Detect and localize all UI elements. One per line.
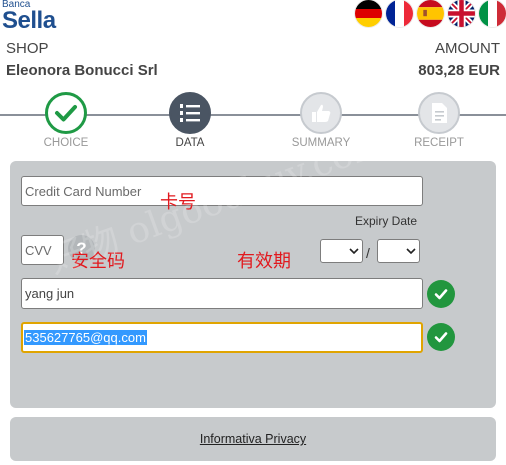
- step-label: DATA: [175, 137, 205, 149]
- step-circle: [169, 92, 211, 134]
- bank-logo: Banca Sella: [2, 0, 56, 34]
- amount-value: 803,28 EUR: [418, 62, 500, 79]
- document-icon: [432, 103, 447, 123]
- step-receipt: RECEIPT: [399, 92, 479, 149]
- annotation-expiry: 有效期: [237, 251, 291, 272]
- step-circle: [45, 92, 87, 134]
- expiry-separator: /: [366, 245, 370, 261]
- payment-form-panel: Credit Card Number Expiry Date CVV ? / y…: [10, 161, 496, 408]
- step-label: SUMMARY: [291, 137, 351, 149]
- card-number-input[interactable]: Credit Card Number: [21, 176, 423, 206]
- german-flag-icon[interactable]: [355, 0, 382, 27]
- check-icon: [55, 105, 77, 122]
- amount-label: AMOUNT: [435, 40, 500, 57]
- language-selector: [355, 0, 506, 27]
- spanish-flag-icon[interactable]: [417, 0, 444, 27]
- step-choice: CHOICE: [26, 92, 106, 149]
- cvv-input[interactable]: CVV: [21, 235, 64, 265]
- expiry-date-label: Expiry Date: [355, 214, 418, 228]
- cvv-placeholder: CVV: [25, 242, 52, 258]
- footer-panel: Informativa Privacy: [10, 417, 496, 461]
- thumbs-up-icon: [312, 104, 331, 122]
- numbered-list-icon: [180, 104, 200, 122]
- step-circle: [300, 92, 342, 134]
- email-input[interactable]: 535627765@qq.com: [21, 322, 423, 353]
- uk-flag-icon[interactable]: [448, 0, 475, 27]
- annotation-cvv: 安全码: [71, 251, 125, 272]
- step-label: RECEIPT: [414, 137, 464, 149]
- expiry-month-select[interactable]: [320, 239, 363, 263]
- card-number-placeholder: Credit Card Number: [25, 183, 142, 199]
- annotation-card-number: 卡号: [160, 192, 196, 213]
- step-label: CHOICE: [43, 137, 89, 149]
- chevron-down-icon: [406, 248, 416, 254]
- logo-brand-name: Sella: [2, 7, 56, 34]
- cardholder-name-value: yang jun: [25, 286, 75, 301]
- shop-label: SHOP: [6, 40, 49, 57]
- cardholder-name-input[interactable]: yang jun: [21, 278, 423, 309]
- privacy-link[interactable]: Informativa Privacy: [200, 432, 306, 446]
- email-value: 535627765@qq.com: [24, 330, 147, 345]
- step-data: DATA: [150, 92, 230, 149]
- step-summary: SUMMARY: [281, 92, 361, 149]
- chevron-down-icon: [349, 248, 359, 254]
- expiry-year-select[interactable]: [377, 239, 420, 263]
- shop-name: Eleonora Bonucci Srl: [6, 62, 158, 79]
- email-valid-icon: [427, 323, 455, 351]
- french-flag-icon[interactable]: [386, 0, 413, 27]
- italian-flag-icon[interactable]: [479, 0, 506, 27]
- name-valid-icon: [427, 280, 455, 308]
- step-circle: [418, 92, 460, 134]
